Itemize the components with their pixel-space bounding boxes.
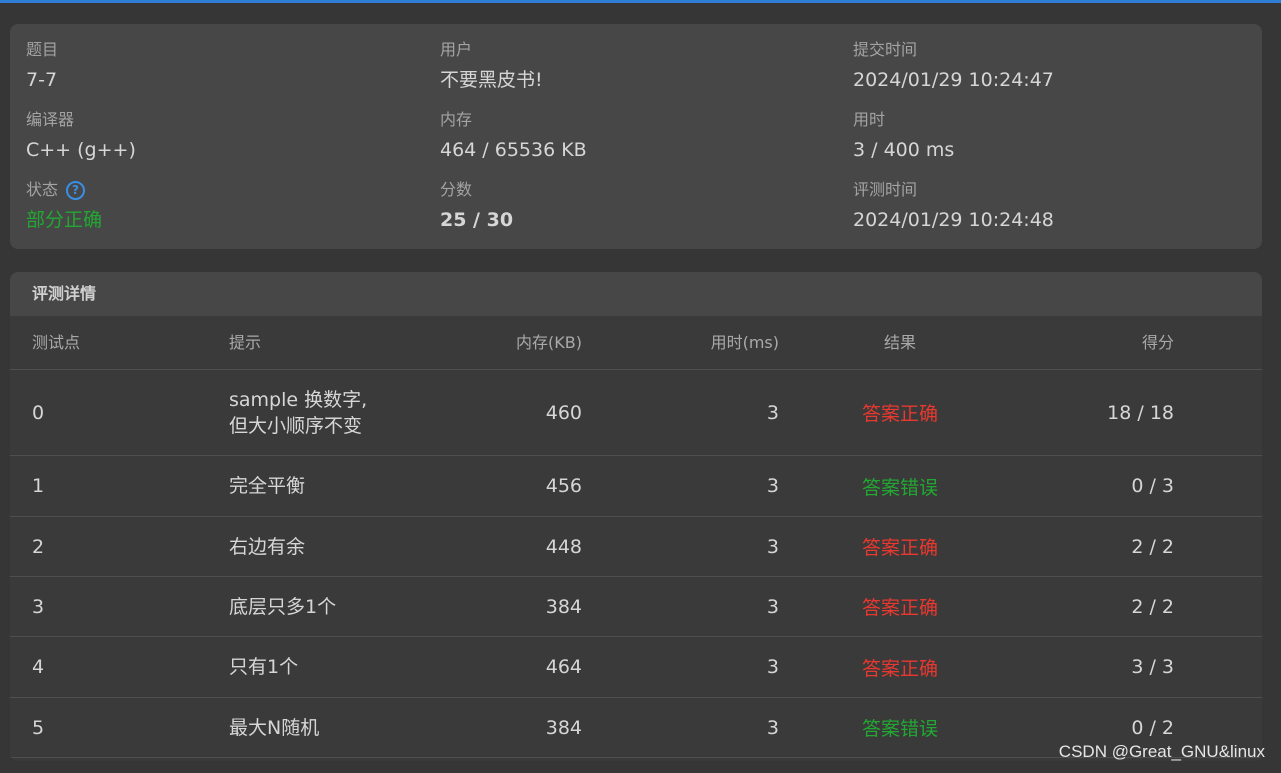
- testcase-score: 0 / 3: [1131, 475, 1174, 497]
- user-label: 用户: [440, 40, 473, 59]
- testcase-memory: 456: [545, 475, 582, 497]
- table-row: 1 完全平衡 456 3 答案错误 0 / 3: [10, 456, 1262, 517]
- testcase-time: 3: [766, 475, 779, 497]
- testcase-hint: 最大N随机: [229, 716, 320, 739]
- table-body: 0 sample 换数字, 但大小顺序不变 460 3 答案正确 18 / 18 1 完全平衡…: [10, 370, 1262, 758]
- score-label: 分数: [440, 180, 473, 199]
- testcase-id: 5: [32, 716, 45, 739]
- testcase-memory: 384: [545, 716, 582, 739]
- submit-time-label: 提交时间: [853, 40, 918, 59]
- status-value: 部分正确: [26, 209, 103, 231]
- memory-value: 464 / 65536 KB: [440, 139, 587, 161]
- testcase-result: 答案正确: [861, 657, 938, 680]
- judge-time-value: 2024/01/29 10:24:48: [853, 209, 1054, 231]
- table-row: 3 底层只多1个 384 3 答案正确 2 / 2: [10, 577, 1262, 637]
- testcase-result: 答案错误: [861, 718, 938, 740]
- testcase-hint: 右边有余: [229, 535, 306, 558]
- testcase-memory: 464: [545, 656, 582, 678]
- field-status: 状态 ? 部分正确: [26, 180, 102, 232]
- testcase-result: 答案正确: [861, 537, 938, 559]
- field-judge-time: 评测时间 2024/01/29 10:24:48: [853, 180, 1054, 232]
- problem-label: 题目: [26, 40, 59, 59]
- judge-time-label: 评测时间: [853, 180, 918, 199]
- testcase-time: 3: [766, 716, 779, 739]
- table-row: 4 只有1个 464 3 答案正确 3 / 3: [10, 637, 1262, 698]
- testcase-result: 答案正确: [861, 597, 938, 619]
- time-used-value: 3 / 400 ms: [853, 139, 955, 161]
- col-score: 得分: [1141, 333, 1174, 352]
- submit-time-value: 2024/01/29 10:24:47: [853, 69, 1054, 91]
- time-used-label: 用时: [853, 110, 886, 129]
- testcase-result: 答案正确: [861, 403, 938, 425]
- testcase-id: 0: [32, 401, 45, 424]
- judge-details-panel: 评测详情 测试点 提示 内存(KB) 用时(ms) 结果 得分 0 sample …: [10, 272, 1262, 761]
- testcase-hint: 底层只多1个: [229, 595, 337, 618]
- field-problem: 题目 7-7: [26, 40, 58, 92]
- memory-label: 内存: [440, 110, 473, 129]
- testcase-id: 3: [32, 595, 45, 618]
- details-title: 评测详情: [10, 272, 1262, 316]
- testcase-memory: 384: [545, 595, 582, 618]
- field-user: 用户 不要黑皮书!: [440, 40, 543, 92]
- testcase-id: 1: [32, 475, 45, 497]
- testcase-hint: 只有1个: [229, 656, 299, 678]
- watermark: CSDN @Great_GNU&linux: [1058, 742, 1265, 761]
- question-circle-icon[interactable]: ?: [66, 180, 86, 200]
- testcase-hint: sample 换数字, 但大小顺序不变: [229, 388, 368, 437]
- testcase-time: 3: [766, 401, 779, 424]
- col-memory: 内存(KB): [516, 333, 582, 352]
- submission-summary: 题目 7-7 用户 不要黑皮书! 提交时间 2024/01/29 10:24:4…: [10, 24, 1262, 249]
- testcase-time: 3: [766, 535, 779, 558]
- testcase-score: 18 / 18: [1107, 401, 1174, 424]
- user-value: 不要黑皮书!: [440, 69, 543, 91]
- compiler-value: C++ (g++): [26, 139, 136, 161]
- field-time-used: 用时 3 / 400 ms: [853, 110, 954, 162]
- col-testcase: 测试点: [32, 333, 81, 352]
- testcase-time: 3: [766, 656, 779, 678]
- testcase-memory: 460: [545, 401, 582, 424]
- score-value: 25 / 30: [440, 209, 514, 231]
- testcase-time: 3: [766, 595, 779, 618]
- testcase-score: 3 / 3: [1131, 656, 1174, 678]
- problem-value: 7-7: [26, 69, 58, 91]
- testcase-id: 2: [32, 535, 45, 558]
- compiler-label: 编译器: [26, 110, 75, 129]
- field-submit-time: 提交时间 2024/01/29 10:24:47: [853, 40, 1054, 92]
- top-accent-bar: [0, 0, 1281, 3]
- col-hint: 提示: [229, 333, 262, 352]
- testcase-result: 答案错误: [861, 476, 938, 499]
- field-memory: 内存 464 / 65536 KB: [440, 110, 587, 162]
- testcase-score: 2 / 2: [1131, 535, 1174, 558]
- table-row: 2 右边有余 448 3 答案正确 2 / 2: [10, 517, 1262, 577]
- table-row: 0 sample 换数字, 但大小顺序不变 460 3 答案正确 18 / 18: [10, 370, 1262, 456]
- testcase-hint: 完全平衡: [229, 475, 306, 497]
- field-score: 分数 25 / 30: [440, 180, 513, 232]
- table-header: 测试点 提示 内存(KB) 用时(ms) 结果 得分: [10, 316, 1262, 370]
- testcase-id: 4: [32, 656, 45, 678]
- testcase-memory: 448: [545, 535, 582, 558]
- status-label: 状态: [26, 180, 59, 199]
- testcase-score: 2 / 2: [1131, 595, 1174, 618]
- col-time: 用时(ms): [710, 333, 779, 352]
- col-result: 结果: [883, 333, 916, 352]
- field-compiler: 编译器 C++ (g++): [26, 110, 136, 162]
